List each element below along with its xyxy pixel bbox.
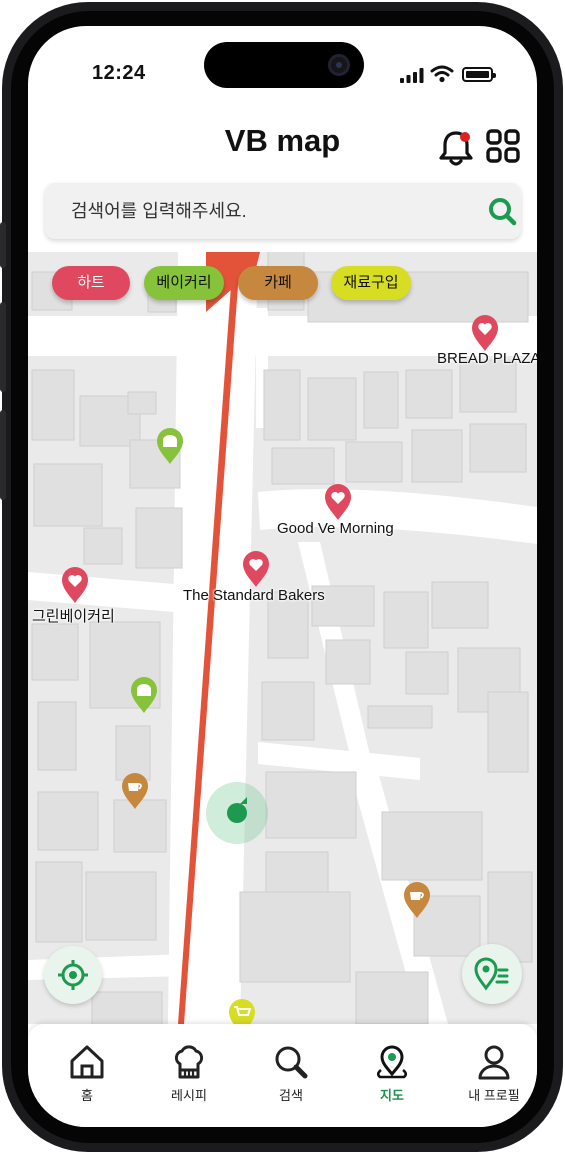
app-screen: 12:24 VB map 검색어를 입력해주세요. 하트 베이커리 카페 재료구… bbox=[28, 26, 537, 1127]
nav-item-recipe[interactable]: 레시피 bbox=[149, 1042, 229, 1114]
cellular-signal-icon bbox=[400, 68, 424, 83]
pin-list-icon bbox=[474, 957, 509, 991]
user-icon bbox=[478, 1045, 510, 1080]
nav-label-search: 검색 bbox=[279, 1088, 303, 1103]
nav-item-home[interactable]: 홈 bbox=[47, 1042, 127, 1114]
crosshair-icon bbox=[58, 960, 88, 990]
home-icon bbox=[70, 1045, 104, 1079]
heart-pin-icon[interactable] bbox=[324, 483, 352, 521]
user-location-marker bbox=[206, 782, 268, 844]
search-icon bbox=[275, 1046, 308, 1079]
search-icon bbox=[489, 198, 517, 226]
nav-item-map[interactable]: 지도 bbox=[352, 1042, 432, 1114]
front-camera bbox=[328, 54, 350, 76]
action-button bbox=[0, 222, 6, 268]
bread-pin-icon[interactable] bbox=[130, 676, 158, 714]
bread-pin-icon[interactable] bbox=[156, 427, 184, 465]
category-chip-bakery[interactable]: 베이커리 bbox=[144, 266, 224, 300]
bottom-navigation: 홈 레시피 검색 지도 내 프로필 bbox=[28, 1024, 537, 1127]
category-chip-heart[interactable]: 하트 bbox=[52, 266, 130, 300]
notification-dot bbox=[460, 132, 470, 142]
nav-label-profile: 내 프로필 bbox=[468, 1088, 520, 1103]
chef-hat-icon bbox=[174, 1045, 204, 1079]
bell-icon bbox=[439, 131, 473, 166]
place-label-bread-plaza[interactable]: BREAD PLAZA bbox=[437, 350, 537, 367]
notification-button[interactable] bbox=[436, 126, 476, 168]
menu-grid-button[interactable] bbox=[483, 126, 523, 168]
nav-label-home: 홈 bbox=[81, 1088, 93, 1103]
place-list-button[interactable] bbox=[462, 944, 522, 1004]
nav-item-search[interactable]: 검색 bbox=[251, 1042, 331, 1114]
volume-up-button bbox=[0, 302, 6, 392]
volume-down-button bbox=[0, 410, 6, 500]
coffee-pin-icon[interactable] bbox=[121, 772, 149, 810]
place-label-the-standard-bakers[interactable]: The Standard Bakers bbox=[183, 587, 325, 604]
search-submit-button[interactable] bbox=[487, 196, 517, 226]
heart-pin-icon[interactable] bbox=[242, 550, 270, 588]
place-label-green-bakery[interactable]: 그린베이커리 bbox=[32, 605, 115, 626]
wifi-icon bbox=[430, 65, 454, 83]
user-location-dot bbox=[227, 803, 247, 823]
battery-icon bbox=[462, 67, 496, 82]
nav-label-recipe: 레시피 bbox=[171, 1088, 207, 1103]
map-view[interactable] bbox=[28, 252, 537, 1024]
nav-label-map: 지도 bbox=[380, 1088, 404, 1103]
place-label-good-ve-morning[interactable]: Good Ve Morning bbox=[277, 520, 394, 537]
nav-item-profile[interactable]: 내 프로필 bbox=[454, 1042, 534, 1114]
heart-pin-icon[interactable] bbox=[471, 314, 499, 352]
search-bar bbox=[45, 183, 521, 239]
heart-pin-icon[interactable] bbox=[61, 566, 89, 604]
map-tiles bbox=[28, 252, 537, 1024]
coffee-pin-icon[interactable] bbox=[403, 881, 431, 919]
grid-icon bbox=[486, 129, 520, 163]
heading-arrow-icon bbox=[240, 797, 247, 804]
status-time: 12:24 bbox=[92, 62, 146, 84]
category-chip-ingredients[interactable]: 재료구입 bbox=[331, 266, 411, 300]
search-input[interactable] bbox=[71, 183, 451, 239]
category-chip-cafe[interactable]: 카페 bbox=[238, 266, 318, 300]
dynamic-island bbox=[204, 42, 364, 88]
map-pin-icon bbox=[376, 1045, 408, 1079]
my-location-button[interactable] bbox=[44, 946, 102, 1004]
